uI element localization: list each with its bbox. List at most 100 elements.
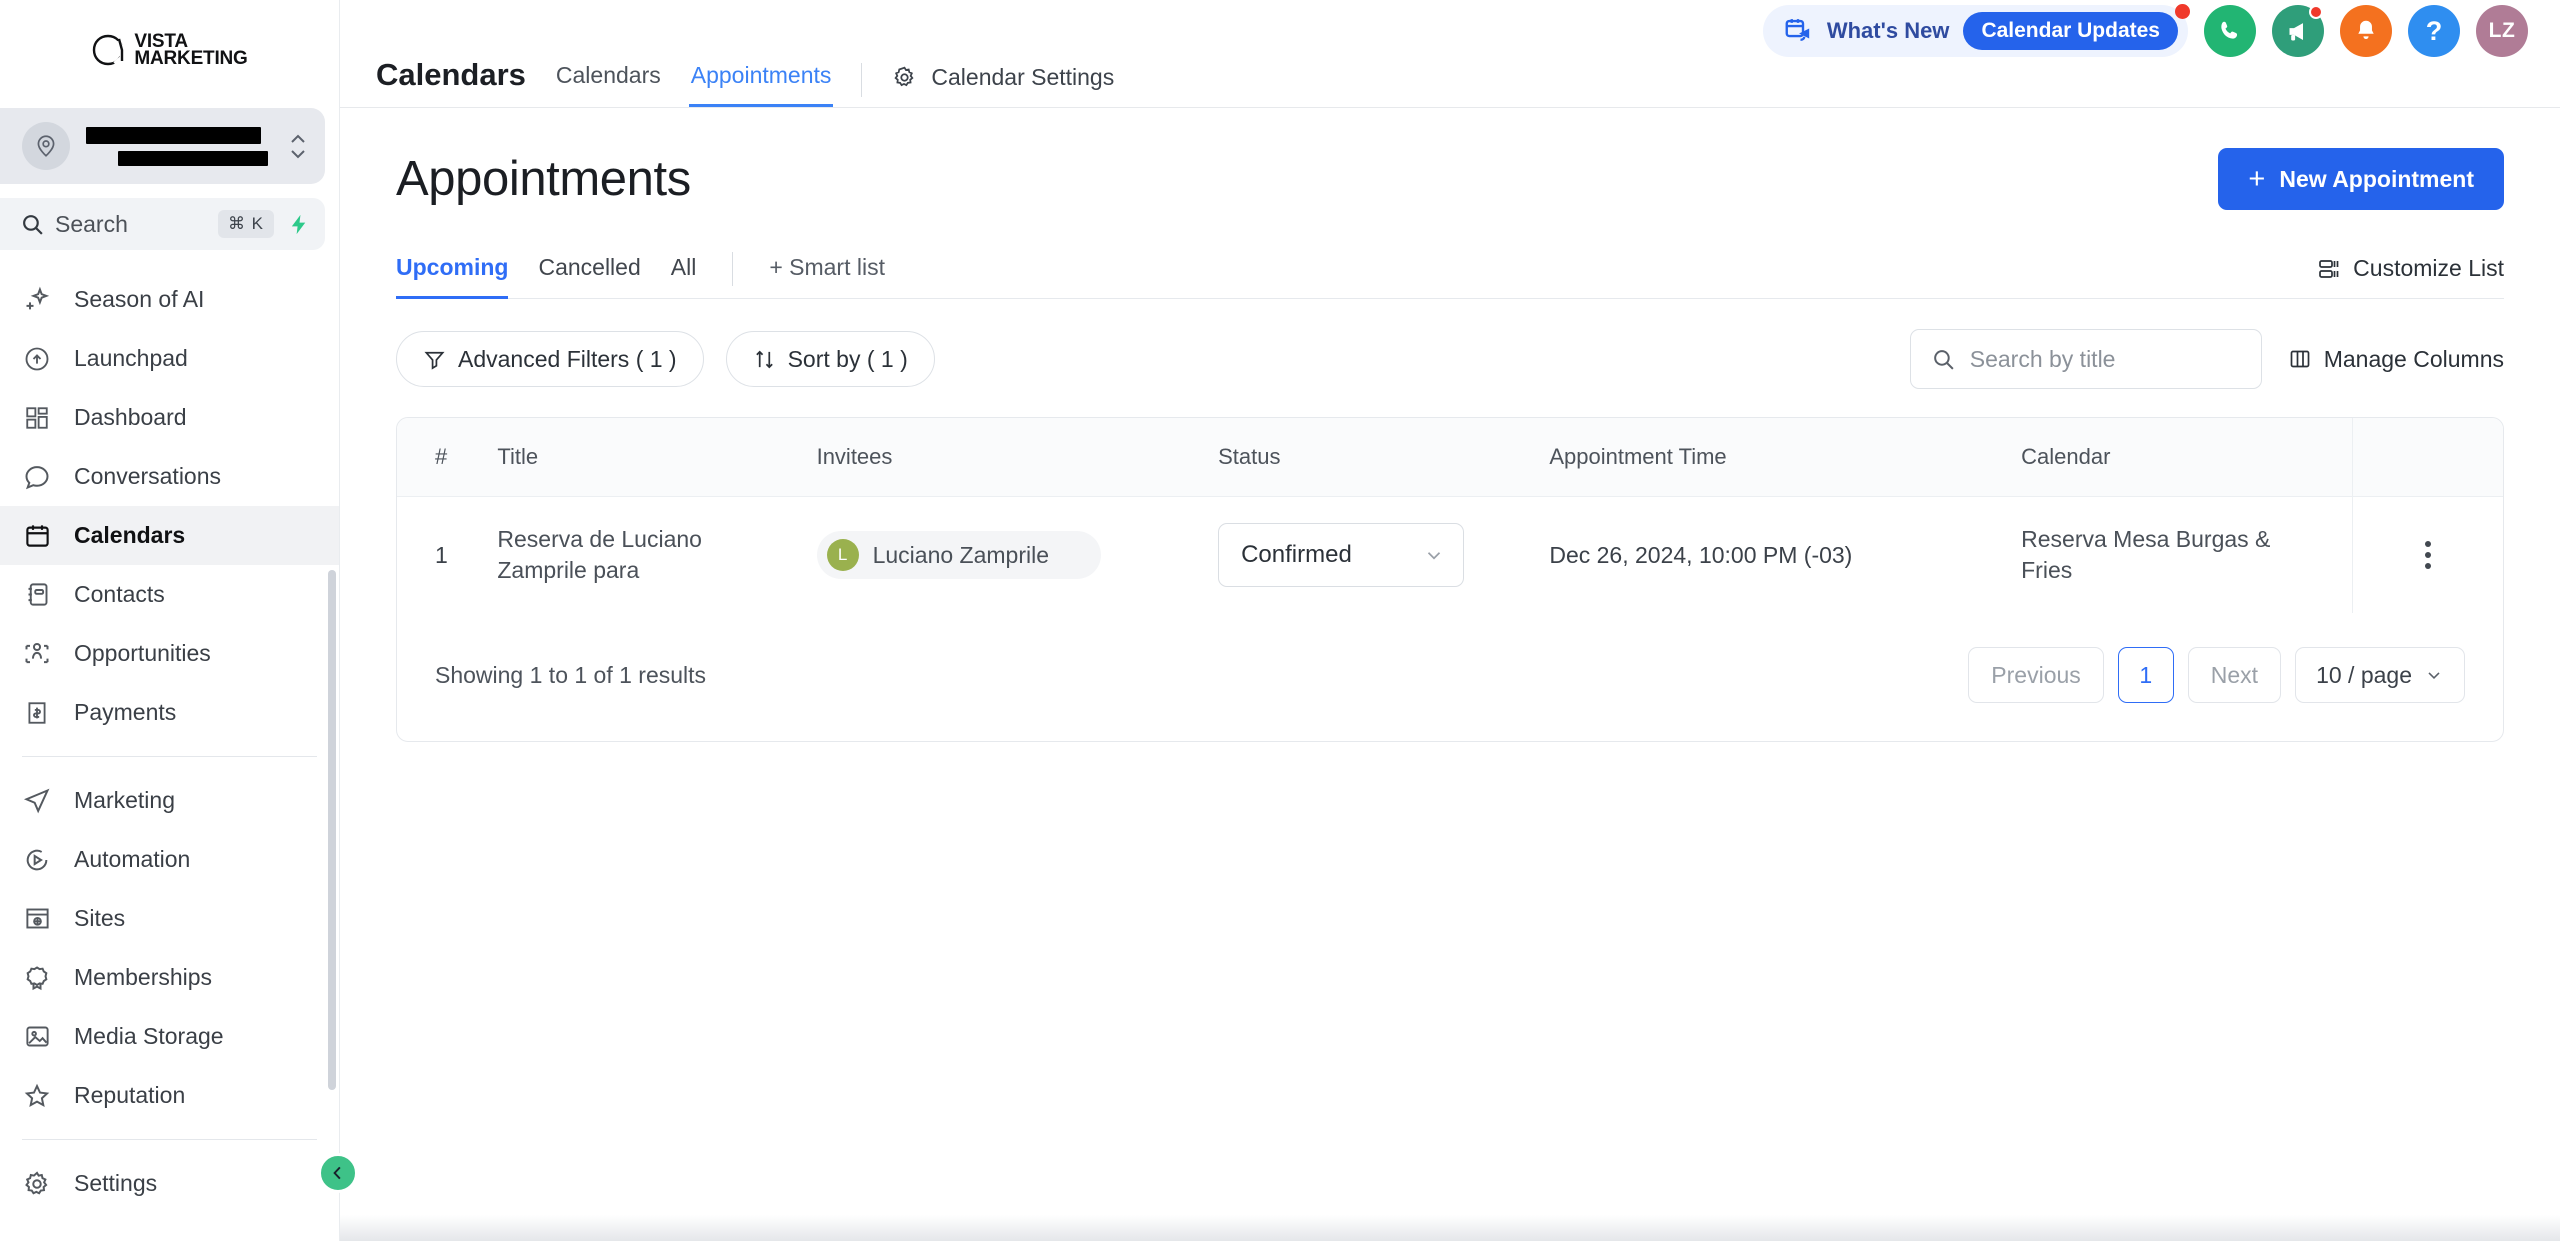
phone-icon <box>2217 18 2243 44</box>
chevron-left-icon <box>329 1164 347 1182</box>
location-pin-icon <box>22 122 70 170</box>
sparkle-icon <box>22 285 52 315</box>
column-header-appointment-time: Appointment Time <box>1549 418 2022 497</box>
add-smart-list-button[interactable]: + Smart list <box>769 254 885 298</box>
phone-button[interactable] <box>2204 5 2256 57</box>
page-size-select[interactable]: 10 / page <box>2295 647 2465 703</box>
sites-icon <box>22 904 52 934</box>
sidebar-label: Conversations <box>74 463 222 489</box>
row-appointment-time: Dec 26, 2024, 10:00 PM (-03) <box>1549 541 1853 568</box>
chat-icon <box>22 462 52 492</box>
play-circle-icon <box>22 845 52 875</box>
notification-dot <box>2175 4 2190 19</box>
sidebar-label: Launchpad <box>74 345 188 371</box>
row-status-cell: Confirmed <box>1218 497 1549 614</box>
customize-list-button[interactable]: Customize List <box>2317 255 2504 298</box>
manage-columns-button[interactable]: Manage Columns <box>2288 346 2504 373</box>
new-appointment-button[interactable]: + New Appointment <box>2218 148 2504 210</box>
search-icon <box>1931 347 1956 372</box>
pagination-controls: Previous 1 Next 10 / page <box>1968 647 2465 703</box>
sidebar-item-conversations[interactable]: Conversations <box>0 447 339 506</box>
column-header-calendar: Calendar <box>2021 418 2353 497</box>
sidebar-item-automation[interactable]: Automation <box>0 830 339 889</box>
sidebar-scrollbar[interactable] <box>328 570 336 1241</box>
invitee-name: Luciano Zamprile <box>872 541 1049 568</box>
sidebar-item-dashboard[interactable]: Dashboard <box>0 388 339 447</box>
sidebar-label: Sites <box>74 905 126 931</box>
notifications-button[interactable] <box>2340 5 2392 57</box>
sidebar-search-input[interactable]: Search ⌘ K <box>0 198 325 250</box>
kebab-dot <box>2424 563 2431 569</box>
sidebar-item-calendars[interactable]: Calendars <box>0 506 339 565</box>
account-name <box>86 126 261 144</box>
next-page-button[interactable]: Next <box>2187 647 2282 703</box>
sidebar-item-contacts[interactable]: Contacts <box>0 565 339 624</box>
tab-calendars[interactable]: Calendars <box>556 62 661 107</box>
account-subname <box>118 150 268 166</box>
sidebar-nav: Season of AI Launchpad Dashboard Convers… <box>0 270 339 1241</box>
calendar-updates-pill[interactable]: Calendar Updates <box>1963 12 2178 50</box>
row-title: Reserva de Luciano Zamprile para <box>497 525 702 583</box>
sidebar-collapse-button[interactable] <box>318 1153 358 1193</box>
star-icon <box>22 1081 52 1111</box>
brand-logo[interactable]: VISTA MARKETING <box>0 0 339 100</box>
sidebar-item-marketing[interactable]: Marketing <box>0 771 339 830</box>
sidebar-label: Payments <box>74 699 177 725</box>
payments-icon <box>22 698 52 728</box>
table-row[interactable]: 1 Reserva de Luciano Zamprile para L Luc… <box>397 496 2503 614</box>
sidebar-item-reputation[interactable]: Reputation <box>0 1066 339 1125</box>
status-select[interactable]: Confirmed <box>1218 523 1465 587</box>
user-avatar[interactable]: LZ <box>2476 5 2528 57</box>
search-by-title-input[interactable]: Search by title <box>1909 329 2262 389</box>
sidebar-item-sites[interactable]: Sites <box>0 889 339 948</box>
sidebar-item-settings[interactable]: Settings <box>0 1154 339 1213</box>
sidebar-scrollbar-thumb[interactable] <box>328 570 336 1090</box>
sidebar-item-launchpad[interactable]: Launchpad <box>0 329 339 388</box>
help-button[interactable]: ? <box>2408 5 2460 57</box>
row-number: 1 <box>435 541 448 568</box>
row-calendar: Reserva Mesa Burgas & Fries <box>2021 525 2271 583</box>
sidebar-item-opportunities[interactable]: Opportunities <box>0 624 339 683</box>
column-header-number: # <box>397 418 498 497</box>
page-number-button[interactable]: 1 <box>2117 647 2174 703</box>
customize-icon <box>2317 257 2341 281</box>
calendar-settings-label: Calendar Settings <box>931 64 1115 90</box>
tab-appointments[interactable]: Appointments <box>688 62 834 107</box>
rocket-icon <box>22 344 52 374</box>
sidebar-item-memberships[interactable]: Memberships <box>0 948 339 1007</box>
gear-icon <box>892 65 917 90</box>
row-actions-menu-button[interactable] <box>2353 541 2503 569</box>
page-content: Appointments + New Appointment Upcoming … <box>340 108 2560 1241</box>
sort-by-button[interactable]: Sort by ( 1 ) <box>725 331 935 387</box>
app-root: VISTA MARKETING Search ⌘ K Season of AI … <box>0 0 2560 1241</box>
row-invitees-cell: L Luciano Zamprile <box>816 497 1219 614</box>
new-appointment-label: New Appointment <box>2279 165 2474 192</box>
search-by-title-placeholder: Search by title <box>1969 345 2116 372</box>
sidebar-item-payments[interactable]: Payments <box>0 683 339 742</box>
topbar: What's New Calendar Updates ? LZ <box>340 0 2560 62</box>
columns-icon <box>2288 347 2312 371</box>
tab-cancelled[interactable]: Cancelled <box>538 254 640 298</box>
column-header-invitees: Invitees <box>816 418 1219 497</box>
whats-new-banner[interactable]: What's New Calendar Updates <box>1762 4 2190 57</box>
chevron-updown-icon <box>289 134 307 159</box>
calendar-settings-link[interactable]: Calendar Settings <box>892 64 1114 107</box>
page-title: Appointments <box>396 152 691 206</box>
lightning-bolt-icon[interactable] <box>288 211 311 238</box>
row-actions-cell <box>2351 496 2503 613</box>
sidebar-divider-2 <box>22 1139 317 1140</box>
invitee-chip[interactable]: L Luciano Zamprile <box>816 531 1101 579</box>
sidebar: VISTA MARKETING Search ⌘ K Season of AI … <box>0 0 358 1241</box>
tab-all[interactable]: All <box>671 254 697 298</box>
announcements-button[interactable] <box>2272 5 2324 57</box>
previous-page-button[interactable]: Previous <box>1968 647 2104 703</box>
whats-new-label: What's New <box>1826 18 1950 43</box>
account-switcher[interactable] <box>0 108 325 184</box>
tab-upcoming[interactable]: Upcoming <box>396 254 509 299</box>
page-header-title: Calendars <box>376 57 526 92</box>
sidebar-item-media-storage[interactable]: Media Storage <box>0 1007 339 1066</box>
sidebar-item-season-of-ai[interactable]: Season of AI <box>0 270 339 329</box>
customize-list-label: Customize List <box>2353 255 2504 281</box>
advanced-filters-button[interactable]: Advanced Filters ( 1 ) <box>396 331 704 387</box>
table-header-row: # Title Invitees Status Appointment Time… <box>397 418 2503 497</box>
